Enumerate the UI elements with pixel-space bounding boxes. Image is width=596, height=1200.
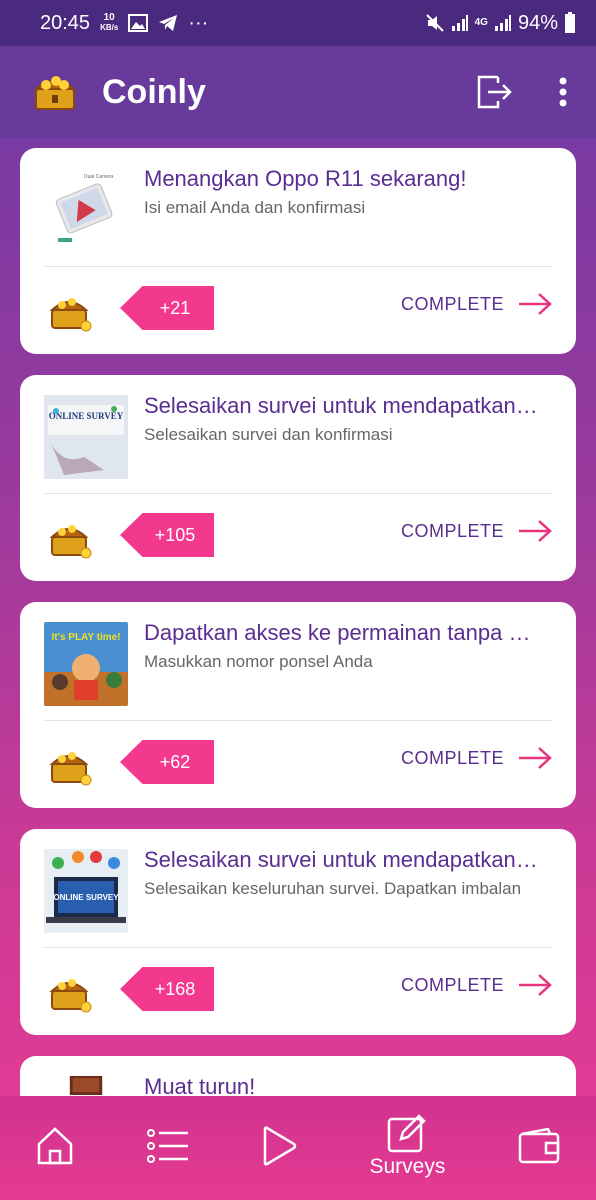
signal-icon-2: [494, 15, 511, 31]
nav-surveys[interactable]: Surveys: [369, 1113, 445, 1179]
arrow-right-icon: [519, 293, 552, 315]
reward-badge: +105: [120, 513, 214, 557]
offer-subtitle: Masukkan nomor ponsel Anda: [144, 652, 373, 671]
game-promo-thumbnail: It's PLAY time!: [44, 622, 128, 706]
app-title: Coinly: [102, 72, 206, 111]
list-icon: [146, 1129, 188, 1163]
divider: [44, 493, 552, 494]
home-icon: [37, 1127, 73, 1165]
offer-subtitle: Isi email Anda dan konfirmasi: [144, 198, 366, 217]
bottom-navigation: Surveys: [0, 1096, 596, 1200]
reward-badge: +168: [120, 967, 214, 1011]
treasure-chest-icon: [49, 752, 92, 786]
treasure-chest-icon: [49, 525, 92, 559]
gallery-icon: [128, 14, 149, 32]
arrow-right-icon: [519, 974, 552, 996]
battery-icon: [565, 12, 575, 33]
reward-badge: +62: [120, 740, 214, 784]
phone-promo-thumbnail: Dual Camera: [44, 168, 128, 252]
offer-list: Dual Camera Menangkan Oppo R11 sekarang!…: [20, 148, 576, 1137]
online-survey-laptop-thumbnail: ONLINE SURVEY: [44, 849, 128, 933]
arrow-right-icon: [519, 520, 552, 542]
status-bar: 20:45 10 KB/s ··· 4G 94%: [0, 0, 596, 46]
divider: [44, 720, 552, 721]
more-notifications-icon: ···: [188, 11, 209, 34]
app-bar: Coinly: [0, 46, 596, 138]
nav-surveys-label: Surveys: [369, 1155, 446, 1178]
offer-title: Dapatkan akses ke permainan tanpa …: [144, 620, 531, 645]
nav-play[interactable]: [261, 1126, 297, 1166]
complete-label: COMPLETE: [400, 974, 504, 995]
offer-subtitle: Selesaikan keseluruhan survei. Dapatkan …: [144, 879, 522, 898]
treasure-chest-icon: [49, 298, 92, 332]
battery-percent: 94%: [517, 11, 558, 34]
offer-card[interactable]: It's PLAY time! Dapatkan akses ke permai…: [20, 602, 576, 808]
complete-label: COMPLETE: [400, 520, 504, 541]
network-speed: 10 KB/s: [100, 12, 119, 33]
complete-button[interactable]: COMPLETE: [401, 973, 552, 997]
nav-home[interactable]: [36, 1126, 74, 1166]
complete-button[interactable]: COMPLETE: [401, 292, 552, 316]
arrow-right-icon: [519, 747, 552, 769]
thumbnail-caption: It's PLAY time!: [51, 632, 120, 643]
network-type: 4G: [474, 17, 488, 28]
signal-icon: [451, 15, 468, 31]
offer-card[interactable]: Dual Camera Menangkan Oppo R11 sekarang!…: [20, 148, 576, 354]
reward-badge: +21: [120, 286, 214, 330]
overflow-menu-icon[interactable]: [558, 77, 568, 107]
offer-card[interactable]: ONLINE SURVEY Selesaikan survei untuk me…: [20, 375, 576, 581]
offer-title: Selesaikan survei untuk mendapatkan…: [144, 847, 538, 872]
complete-label: COMPLETE: [400, 747, 504, 768]
complete-label: COMPLETE: [400, 293, 504, 314]
complete-button[interactable]: COMPLETE: [401, 519, 552, 543]
telegram-icon: [159, 15, 178, 31]
status-time: 20:45: [40, 11, 91, 34]
treasure-chest-icon: [49, 979, 92, 1013]
logout-icon[interactable]: [476, 74, 512, 110]
nav-wallet[interactable]: [518, 1128, 560, 1164]
thumbnail-caption: ONLINE SURVEY: [49, 411, 124, 421]
mute-icon: [425, 14, 444, 32]
offer-title: Menangkan Oppo R11 sekarang!: [144, 166, 467, 191]
thumbnail-caption: Dual Camera: [84, 174, 114, 180]
online-survey-thumbnail: ONLINE SURVEY: [44, 395, 128, 479]
offer-card[interactable]: ONLINE SURVEY Selesaikan survei untuk me…: [20, 829, 576, 1035]
offer-title: Selesaikan survei untuk mendapatkan…: [144, 393, 538, 418]
complete-button[interactable]: COMPLETE: [401, 746, 552, 770]
offer-subtitle: Selesaikan survei dan konfirmasi: [144, 425, 393, 444]
treasure-chest-logo-icon: [33, 76, 77, 110]
thumbnail-caption: ONLINE SURVEY: [53, 893, 119, 902]
edit-icon: [388, 1114, 427, 1153]
nav-list[interactable]: [146, 1128, 189, 1164]
divider: [44, 266, 552, 267]
play-icon: [263, 1126, 297, 1166]
divider: [44, 947, 552, 948]
wallet-icon: [518, 1128, 559, 1164]
